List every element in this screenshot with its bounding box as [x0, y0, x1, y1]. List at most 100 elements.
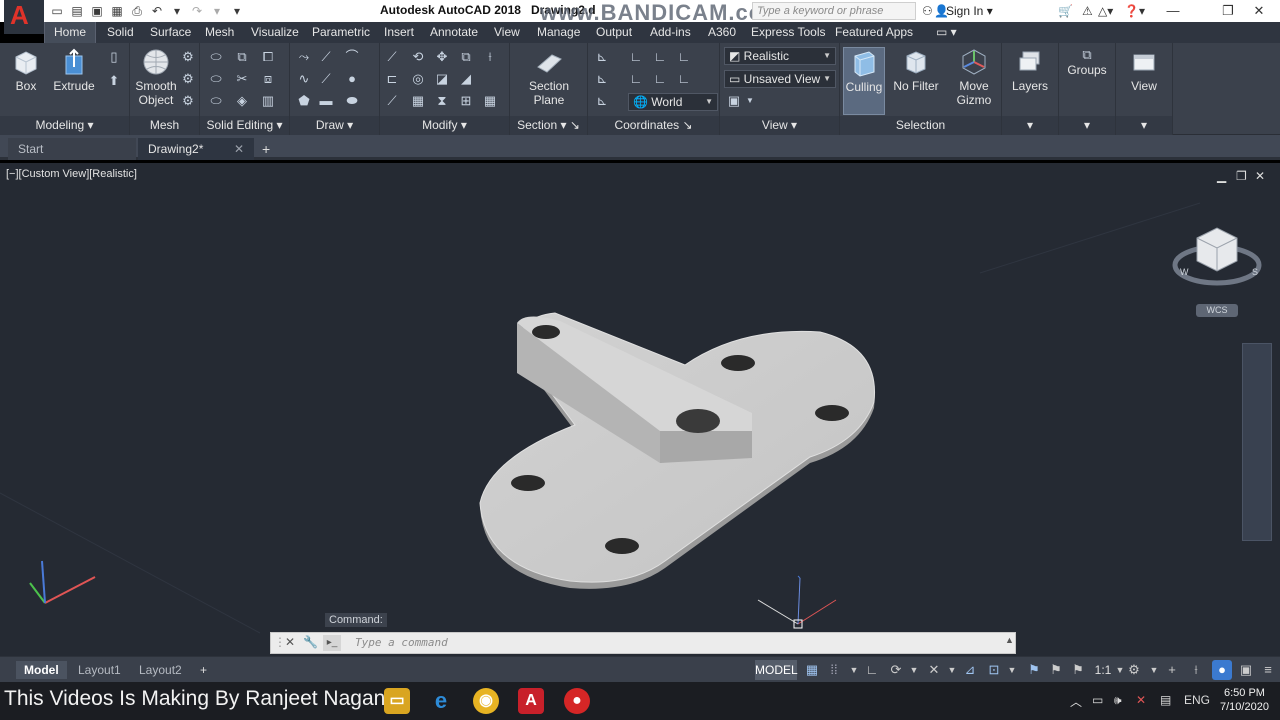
- intersect-icon[interactable]: ⬭: [208, 93, 224, 109]
- tab-visualize[interactable]: Visualize: [251, 25, 299, 39]
- separate-icon[interactable]: ▥: [260, 93, 276, 109]
- undo-icon[interactable]: ↶: [148, 2, 166, 20]
- snap-dropdown-icon[interactable]: ▼: [846, 660, 862, 680]
- object-snap-dropdown-icon[interactable]: ▼: [1004, 660, 1020, 680]
- tab-solid[interactable]: Solid: [107, 25, 134, 39]
- viewcube[interactable]: W S: [1172, 213, 1262, 303]
- copy-icon[interactable]: ⧉: [458, 49, 474, 65]
- draw-panel-title[interactable]: Draw ▾: [290, 116, 379, 135]
- groups-button[interactable]: ⧉ Groups: [1061, 47, 1113, 77]
- fillet-icon[interactable]: ⟋: [384, 49, 400, 65]
- chrome-icon[interactable]: ◉: [473, 688, 499, 714]
- new-file-icon[interactable]: ▭: [48, 2, 66, 20]
- annotation-scale-value[interactable]: 1:1: [1092, 660, 1114, 680]
- rectangle-icon[interactable]: ▬: [318, 93, 334, 109]
- layers-button[interactable]: Layers: [1004, 47, 1056, 93]
- stretch-icon[interactable]: ⟋: [384, 93, 400, 109]
- annotation-scale-icon[interactable]: ⚑: [1070, 660, 1086, 680]
- interfere-icon[interactable]: ⧉: [234, 49, 250, 65]
- application-menu-button[interactable]: A: [4, 0, 44, 34]
- ucs-object-icon[interactable]: ∟: [676, 71, 692, 87]
- customize-statusbar-icon[interactable]: ≡: [1260, 660, 1276, 680]
- notification-icon[interactable]: ▤: [1160, 693, 1171, 707]
- section-plane-button[interactable]: Section Plane: [522, 47, 576, 107]
- ribbon-toggle-icon[interactable]: ▭ ▾: [936, 25, 957, 39]
- groups-expand-icon[interactable]: ▾: [1059, 116, 1115, 135]
- ucs-select[interactable]: 🌐 World ▼: [628, 93, 718, 111]
- move-gizmo-button[interactable]: Move Gizmo: [948, 47, 1000, 107]
- section-panel-title[interactable]: Section ▾ ↘: [510, 116, 587, 135]
- annotation-visibility-icon[interactable]: ⚑: [1026, 660, 1042, 680]
- explode-icon[interactable]: ▦: [482, 93, 498, 109]
- extrude-button[interactable]: Extrude: [48, 47, 100, 93]
- layers-expand-icon[interactable]: ▾: [1002, 116, 1058, 135]
- tab-model[interactable]: Model: [16, 661, 67, 679]
- polar-dropdown-icon[interactable]: ▼: [906, 660, 922, 680]
- autodesk-a360-icon[interactable]: △▾: [1098, 2, 1113, 20]
- minimize-icon[interactable]: —: [1150, 0, 1196, 22]
- fullscreen-icon[interactable]: ▣: [1238, 660, 1254, 680]
- drawing-viewport[interactable]: [−][Custom View][Realistic] ▁ ❐ ✕ W S WC…: [0, 163, 1280, 656]
- tab-view[interactable]: View: [494, 25, 520, 39]
- extrude-faces-icon[interactable]: ⧈: [260, 71, 276, 87]
- erase-icon[interactable]: ◪: [434, 71, 450, 87]
- ucs-face-icon[interactable]: ∟: [652, 71, 668, 87]
- polar-icon[interactable]: ⟳: [888, 660, 904, 680]
- slice-icon[interactable]: ✂: [234, 71, 250, 87]
- command-customize-icon[interactable]: 🔧: [303, 635, 318, 649]
- tab-annotate[interactable]: Annotate: [430, 25, 478, 39]
- redo-dropdown-icon[interactable]: ▾: [208, 2, 226, 20]
- chamfer-icon[interactable]: ◢: [458, 71, 474, 87]
- exchange-icon[interactable]: ⚠: [1082, 2, 1093, 20]
- tab-a360[interactable]: A360: [708, 25, 736, 39]
- view-expand-icon[interactable]: ▾: [1116, 116, 1172, 135]
- add-layout-icon[interactable]: +: [192, 661, 215, 679]
- tab-parametric[interactable]: Parametric: [312, 25, 370, 39]
- circle-icon[interactable]: ●: [344, 71, 360, 87]
- tab-start[interactable]: Start: [8, 138, 136, 160]
- ucs-x-icon[interactable]: ∟: [628, 49, 644, 65]
- bandicam-taskbar-icon[interactable]: ●: [564, 688, 590, 714]
- model-space-button[interactable]: MODEL: [755, 660, 798, 680]
- coordinates-panel-title[interactable]: Coordinates ↘: [588, 116, 719, 135]
- isolate-objects-icon[interactable]: ●: [1212, 660, 1232, 680]
- ucs-y-icon[interactable]: ∟: [652, 49, 668, 65]
- modeling-panel-title[interactable]: Modeling ▾: [0, 116, 129, 135]
- customize-qat-icon[interactable]: ▾: [228, 2, 246, 20]
- polysolid-icon[interactable]: ▯: [106, 49, 122, 65]
- no-filter-button[interactable]: No Filter: [890, 47, 942, 93]
- ortho-icon[interactable]: ∟: [864, 660, 880, 680]
- units-icon[interactable]: ⟊: [1188, 660, 1204, 680]
- help-icon[interactable]: ❓▾: [1124, 2, 1145, 20]
- snap-icon[interactable]: ⁞⁞: [826, 660, 842, 680]
- mirror-icon[interactable]: ⧗: [434, 93, 450, 109]
- plot-icon[interactable]: ⎙: [128, 2, 146, 20]
- ucs-z-icon[interactable]: ∟: [676, 49, 692, 65]
- wcs-menu-button[interactable]: WCS: [1196, 304, 1238, 317]
- workspace-gear-icon[interactable]: ⚙: [1126, 660, 1142, 680]
- save-as-icon[interactable]: ▦: [108, 2, 126, 20]
- presspull-icon[interactable]: ⬆: [106, 73, 122, 89]
- move-icon[interactable]: ✥: [434, 49, 450, 65]
- tab-featured-apps[interactable]: Featured Apps: [835, 25, 913, 39]
- system-clock[interactable]: 6:50 PM 7/10/2020: [1220, 686, 1269, 714]
- tab-output[interactable]: Output: [596, 25, 632, 39]
- subtract-icon[interactable]: ⬭: [208, 71, 224, 87]
- line-icon[interactable]: ⤳: [296, 49, 312, 65]
- xline-icon[interactable]: ⟋: [318, 71, 334, 87]
- command-history-toggle-icon[interactable]: ▲: [1005, 635, 1014, 645]
- thicken-icon[interactable]: ◈: [234, 93, 250, 109]
- help-search-input[interactable]: Type a keyword or phrase: [752, 2, 916, 20]
- close-icon[interactable]: ✕: [1236, 0, 1280, 22]
- box-button[interactable]: Box: [0, 47, 52, 93]
- arc-icon[interactable]: ⌒: [344, 49, 360, 65]
- object-snap-tracking-icon[interactable]: ⊿: [962, 660, 978, 680]
- mirror3d-icon[interactable]: ⊞: [458, 93, 474, 109]
- viewport-config-icon[interactable]: ▣: [726, 93, 742, 109]
- autocad-taskbar-icon[interactable]: A: [518, 688, 544, 714]
- save-icon[interactable]: ▣: [88, 2, 106, 20]
- solid-editing-panel-title[interactable]: Solid Editing ▾: [200, 116, 289, 135]
- grid-icon[interactable]: ▦: [804, 660, 820, 680]
- array-icon[interactable]: ◎: [410, 71, 426, 87]
- polygon-icon[interactable]: ⬟: [296, 93, 312, 109]
